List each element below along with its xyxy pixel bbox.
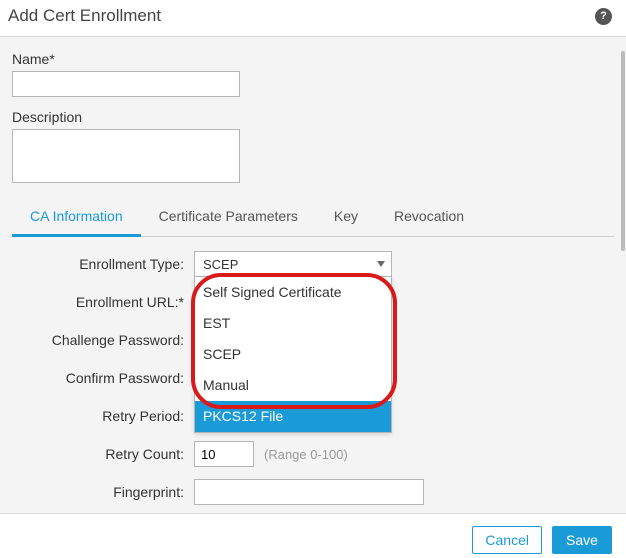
option-pkcs12-file[interactable]: PKCS12 File — [195, 401, 391, 432]
enrollment-url-label: Enrollment URL:* — [12, 294, 194, 310]
option-self-signed-certificate[interactable]: Self Signed Certificate — [195, 277, 391, 308]
row-fingerprint: Fingerprint: — [12, 479, 614, 505]
option-manual[interactable]: Manual — [195, 370, 391, 401]
retry-count-label: Retry Count: — [12, 446, 194, 462]
challenge-password-label: Challenge Password: — [12, 332, 194, 348]
description-label: Description — [12, 109, 614, 125]
row-enrollment-type: Enrollment Type: SCEP Self Signed Certif… — [12, 251, 614, 277]
cancel-button[interactable]: Cancel — [472, 526, 542, 554]
dialog-title: Add Cert Enrollment — [8, 6, 161, 26]
dialog-footer: Cancel Save — [0, 514, 626, 558]
retry-count-hint: (Range 0-100) — [264, 447, 348, 462]
option-scep[interactable]: SCEP — [195, 339, 391, 370]
description-textarea[interactable] — [12, 129, 240, 183]
chevron-down-icon — [377, 261, 385, 267]
tabs: CA Information Certificate Parameters Ke… — [12, 200, 614, 237]
fingerprint-label: Fingerprint: — [12, 484, 194, 500]
option-est[interactable]: EST — [195, 308, 391, 339]
enrollment-type-dropdown: Self Signed Certificate EST SCEP Manual … — [194, 277, 392, 433]
tab-revocation[interactable]: Revocation — [376, 200, 482, 236]
dialog-header: Add Cert Enrollment ? — [0, 0, 626, 36]
confirm-password-label: Confirm Password: — [12, 370, 194, 386]
row-retry-count: Retry Count: (Range 0-100) — [12, 441, 614, 467]
enrollment-type-label: Enrollment Type: — [12, 256, 194, 272]
scrollbar[interactable] — [620, 37, 626, 513]
retry-count-input[interactable] — [194, 441, 254, 467]
ca-information-form: Enrollment Type: SCEP Self Signed Certif… — [12, 237, 614, 505]
enrollment-type-select[interactable]: SCEP — [194, 251, 392, 277]
name-label: Name* — [12, 51, 614, 67]
fingerprint-input[interactable] — [194, 479, 424, 505]
tab-ca-information[interactable]: CA Information — [12, 200, 141, 237]
name-input[interactable] — [12, 71, 240, 97]
tab-certificate-parameters[interactable]: Certificate Parameters — [141, 200, 316, 236]
save-button[interactable]: Save — [552, 526, 612, 554]
tab-key[interactable]: Key — [316, 200, 376, 236]
help-icon[interactable]: ? — [595, 8, 612, 25]
enrollment-type-value: SCEP — [203, 257, 238, 272]
retry-period-label: Retry Period: — [12, 408, 194, 424]
dialog-body: Name* Description CA Information Certifi… — [0, 36, 626, 514]
